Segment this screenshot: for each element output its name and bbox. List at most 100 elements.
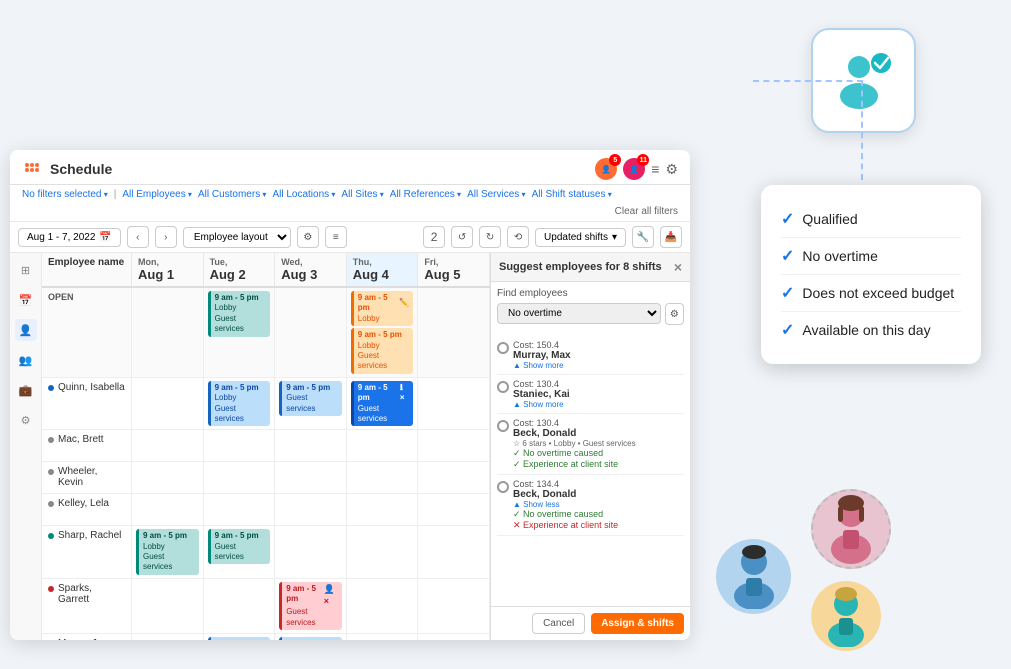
show-more-staniec[interactable]: ▲ Show more — [513, 400, 570, 409]
cell-kelley-fri — [418, 494, 490, 525]
assign-shifts-button[interactable]: Assign & shifts — [591, 613, 684, 634]
check-no-overtime-icon: ✓ — [781, 246, 794, 266]
settings-icon[interactable]: ⚙ — [665, 161, 678, 178]
cell-moore-tue[interactable]: 9 am - 5 pm Lobby Guest services — [204, 634, 276, 640]
shift-block[interactable]: 9 am - 5 pm Lobby Guest services — [208, 381, 271, 427]
filter-shift-statuses[interactable]: All Shift statuses — [532, 189, 612, 200]
table-row: Sharp, Rachel 9 am - 5 pm Lobby Guest se… — [42, 526, 490, 579]
table-row: Sparks, Garrett 9 am - 5 pm 👤× — [42, 579, 490, 634]
cell-open-tue[interactable]: 9 am - 5 pm Lobby Guest services — [204, 288, 276, 377]
emp-info-beck1: Cost: 130.4 Beck, Donald ☆ 6 stars • Lob… — [513, 418, 636, 470]
menu-icon[interactable]: ≡ — [651, 161, 659, 177]
cell-wheeler-wed — [275, 462, 347, 493]
filter-no-filters[interactable]: No filters selected — [22, 189, 108, 200]
shift-block[interactable]: 9 am - 5 pm Lobby Guest services — [208, 637, 271, 640]
updated-shifts-button[interactable]: Updated shifts ▾ — [535, 228, 626, 247]
filter-references[interactable]: All References — [390, 189, 461, 200]
shift-block[interactable]: 9 am - 5 pm 👤× Guest services — [279, 582, 342, 630]
table-row: OPEN 9 am - 5 pm Lobby Guest services — [42, 288, 490, 378]
clear-filters-link[interactable]: Clear all filters — [615, 206, 678, 217]
cell-moore-wed[interactable]: 9 am - 5 pm Guest services — [275, 634, 347, 640]
list-view-button[interactable]: ≡ — [325, 226, 347, 248]
filter-locations[interactable]: All Locations — [272, 189, 335, 200]
employee-radio-beck2[interactable] — [497, 481, 509, 493]
cell-sharp-mon[interactable]: 9 am - 5 pm Lobby Guest services — [132, 526, 204, 578]
employee-radio-beck1[interactable] — [497, 420, 509, 432]
shift-block[interactable]: 9 am - 5 pm Guest services — [279, 381, 342, 416]
layout-dropdown[interactable]: Employee layout — [183, 227, 291, 248]
shift-block[interactable]: 9 am - 5 pm Guest services — [279, 637, 342, 640]
filter-customers[interactable]: All Customers — [198, 189, 267, 200]
header-tue: Tue, Aug 2 — [204, 253, 276, 286]
employee-moore: Moore, Jessae — [42, 634, 132, 640]
cell-moore-fri — [418, 634, 490, 640]
date-range-button[interactable]: Aug 1 - 7, 2022 📅 — [18, 228, 121, 247]
calendar-icon: 📅 — [99, 232, 111, 243]
cell-open-fri — [418, 288, 490, 377]
cell-quinn-thu[interactable]: 9 am - 5 pm ℹ × Guest services — [347, 378, 419, 430]
next-week-button[interactable]: › — [155, 226, 177, 248]
filter-employees[interactable]: All Employees — [122, 189, 192, 200]
prev-week-button[interactable]: ‹ — [127, 226, 149, 248]
dashed-connector-horizontal — [753, 80, 863, 82]
shift-block[interactable]: 9 am - 5 pm Lobby Guest services — [208, 291, 271, 337]
sync-button[interactable]: ⟲ — [507, 226, 529, 248]
filter-services[interactable]: All Services — [467, 189, 526, 200]
suggest-footer: Cancel Assign & shifts — [491, 606, 690, 640]
avatar-badge-1[interactable]: 👤 5 — [595, 158, 617, 180]
header-employee-name: Employee name — [42, 253, 132, 286]
shift-block-highlighted[interactable]: 9 am - 5 pm ℹ × Guest services — [351, 381, 414, 427]
emp-info-beck2: Cost: 134.4 Beck, Donald ▲ Show less ✓ N… — [513, 479, 618, 531]
cell-moore-thu — [347, 634, 419, 640]
employee-radio-staniec[interactable] — [497, 381, 509, 393]
cell-kelley-tue — [204, 494, 276, 525]
suggest-close-button[interactable]: × — [674, 259, 682, 275]
app-logo-icon — [22, 159, 42, 179]
overtime-select[interactable]: No overtime Allow overtime — [497, 303, 661, 324]
refresh-button[interactable]: ↻ — [479, 226, 501, 248]
shift-block[interactable]: 9 am - 5 pm Lobby Guest services — [351, 328, 414, 374]
shift-block[interactable]: 9 am - 5 pm ✏️ Lobby — [351, 291, 414, 326]
overtime-settings-button[interactable]: ⚙ — [665, 303, 684, 325]
cell-sparks-wed[interactable]: 9 am - 5 pm 👤× Guest services — [275, 579, 347, 633]
sidenav-grid-icon[interactable]: ⊞ — [15, 259, 37, 281]
cell-quinn-tue[interactable]: 9 am - 5 pm Lobby Guest services — [204, 378, 276, 430]
sidenav-briefcase-icon[interactable]: 💼 — [15, 379, 37, 401]
filter-icon-button[interactable]: 🔧 — [632, 226, 654, 248]
criteria-budget: ✓ Does not exceed budget — [781, 275, 961, 312]
employee-name-open: OPEN — [42, 288, 132, 377]
date-range-text: Aug 1 - 7, 2022 — [27, 232, 95, 243]
cell-quinn-wed[interactable]: 9 am - 5 pm Guest services — [275, 378, 347, 430]
settings-button[interactable]: ⚙ — [297, 226, 319, 248]
criteria-qualified-label: Qualified — [802, 211, 857, 227]
sidenav-person-icon[interactable]: 👤 — [15, 319, 37, 341]
toolbar: Aug 1 - 7, 2022 📅 ‹ › Employee layout ⚙ … — [10, 222, 690, 253]
show-less-beck2[interactable]: ▲ Show less — [513, 500, 618, 509]
cell-kelley-mon — [132, 494, 204, 525]
app-title: Schedule — [50, 161, 112, 177]
redo-button[interactable]: ↺ — [451, 226, 473, 248]
table-row: Wheeler, Kevin — [42, 462, 490, 494]
export-button[interactable]: 📥 — [660, 226, 682, 248]
side-nav: ⊞ 📅 👤 👥 💼 ⚙ — [10, 253, 42, 640]
filter-sites[interactable]: All Sites — [341, 189, 383, 200]
sidenav-calendar-icon[interactable]: 📅 — [15, 289, 37, 311]
check-experience-2-fail: ✕ Experience at client site — [513, 520, 618, 531]
updated-shifts-text: Updated shifts — [544, 232, 608, 243]
shift-block[interactable]: 9 am - 5 pm Lobby Guest services — [136, 529, 199, 575]
sidenav-group-icon[interactable]: 👥 — [15, 349, 37, 371]
grid-header: Employee name Mon, Aug 1 Tue, Aug 2 Wed, — [42, 253, 490, 288]
employee-radio-murray[interactable] — [497, 342, 509, 354]
show-more-murray[interactable]: ▲ Show more — [513, 361, 571, 370]
cell-sharp-tue[interactable]: 9 am - 5 pm Guest services — [204, 526, 276, 578]
cell-mac-mon — [132, 430, 204, 461]
avatar-badge-2[interactable]: 👤 11 — [623, 158, 645, 180]
shift-block[interactable]: 9 am - 5 pm Guest services — [208, 529, 271, 564]
cancel-button[interactable]: Cancel — [532, 613, 585, 634]
check-no-overtime-2: ✓ No overtime caused — [513, 509, 618, 520]
undo-button[interactable]: 2 — [423, 226, 445, 248]
sidenav-settings-icon[interactable]: ⚙ — [15, 409, 37, 431]
check-qualified-icon: ✓ — [781, 209, 794, 229]
avatar-male-light — [811, 581, 881, 651]
cell-open-thu[interactable]: 9 am - 5 pm ✏️ Lobby 9 am - 5 pm Lobby G… — [347, 288, 419, 377]
